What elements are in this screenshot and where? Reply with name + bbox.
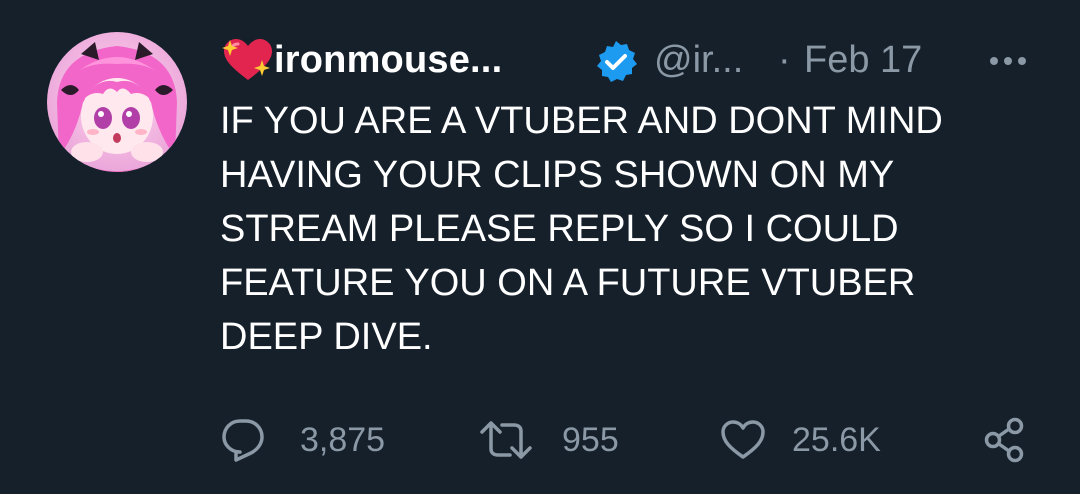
tweet-text: IF YOU ARE A VTUBER AND DONT MIND HAVING… (220, 100, 943, 358)
handle[interactable]: @ir... (654, 36, 743, 84)
retweet-count: 955 (562, 421, 619, 459)
tweet-header: ironmouse... @ir... · Feb 17 (222, 34, 1032, 84)
avatar[interactable] (47, 32, 187, 172)
sparkling-heart-icon (222, 39, 272, 80)
like-button[interactable]: 25.6K (720, 414, 881, 466)
tweet-actions: 3,875 955 25.6K (0, 414, 1080, 466)
display-name[interactable]: ironmouse... (274, 36, 502, 84)
like-count: 25.6K (792, 421, 881, 459)
more-options-icon[interactable] (984, 44, 1032, 74)
retweet-icon (480, 421, 532, 459)
reply-count: 3,875 (300, 421, 386, 459)
separator-dot: · (778, 39, 791, 81)
verified-badge-icon[interactable] (594, 40, 638, 84)
heart-icon (721, 420, 765, 459)
reply-button[interactable]: 3,875 (220, 414, 385, 466)
retweet-button[interactable]: 955 (480, 414, 619, 466)
share-icon (984, 417, 1024, 463)
reply-icon (222, 419, 264, 462)
avatar-image (47, 32, 187, 172)
share-button[interactable] (982, 414, 1028, 466)
tweet-date[interactable]: Feb 17 (804, 36, 922, 84)
tweet[interactable]: ironmouse... @ir... · Feb 17 IF YOU ARE … (0, 0, 1080, 494)
